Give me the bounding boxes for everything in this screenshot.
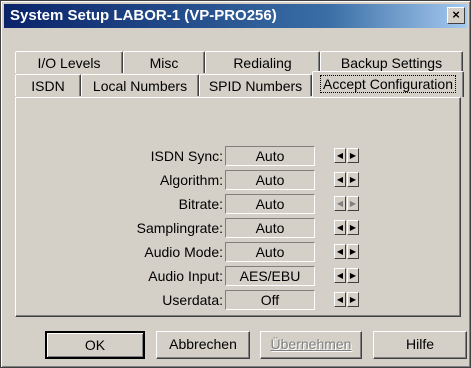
setting-value: Auto <box>225 146 315 166</box>
setting-value: AES/EBU <box>225 266 315 286</box>
accept-configuration-panel: ISDN Sync: Auto ◀ ▶ Algorithm: Auto ◀ ▶ … <box>15 97 461 317</box>
setting-row-isdn-sync: ISDN Sync: Auto ◀ ▶ <box>16 146 462 168</box>
arrow-left-icon[interactable]: ◀ <box>334 268 346 283</box>
cancel-button[interactable]: Abbrechen <box>156 331 250 359</box>
arrow-right-icon[interactable]: ▶ <box>347 244 359 259</box>
arrow-left-icon[interactable]: ◀ <box>334 220 346 235</box>
arrow-left-icon[interactable]: ◀ <box>334 172 346 187</box>
tab-backup-settings[interactable]: Backup Settings <box>320 51 463 73</box>
title-bar[interactable]: System Setup LABOR-1 (VP-PRO256) × <box>4 4 467 28</box>
tab-io-levels[interactable]: I/O Levels <box>15 51 123 73</box>
setting-row-samplingrate: Samplingrate: Auto ◀ ▶ <box>16 218 462 240</box>
arrow-right-icon[interactable]: ▶ <box>347 292 359 307</box>
setting-label: Samplingrate: <box>136 220 223 236</box>
setting-row-userdata: Userdata: Off ◀ ▶ <box>16 290 462 312</box>
tab-label: SPID Numbers <box>208 78 303 94</box>
setting-row-bitrate: Bitrate: Auto ◀ ▶ <box>16 194 462 216</box>
setting-value: Auto <box>225 170 315 190</box>
help-button[interactable]: Hilfe <box>373 331 467 359</box>
arrow-left-icon: ◀ <box>334 196 346 211</box>
arrow-left-icon[interactable]: ◀ <box>334 292 346 307</box>
setting-value: Auto <box>225 218 315 238</box>
setting-row-audio-input: Audio Input: AES/EBU ◀ ▶ <box>16 266 462 288</box>
arrow-right-icon[interactable]: ▶ <box>347 268 359 283</box>
tab-label: I/O Levels <box>37 55 101 71</box>
tab-isdn[interactable]: ISDN <box>15 74 81 96</box>
tab-accept-configuration[interactable]: Accept Configuration <box>312 71 464 97</box>
arrow-right-icon: ▶ <box>347 196 359 211</box>
tab-redialing[interactable]: Redialing <box>205 51 320 73</box>
setting-label: Algorithm: <box>159 172 223 188</box>
arrow-left-icon[interactable]: ◀ <box>334 148 346 163</box>
arrow-right-icon[interactable]: ▶ <box>347 148 359 163</box>
tab-label: Backup Settings <box>340 55 443 71</box>
close-icon[interactable]: × <box>447 7 465 24</box>
setting-label: Audio Mode: <box>144 244 223 260</box>
tab-label: Redialing <box>233 55 292 71</box>
setting-label: ISDN Sync: <box>150 148 223 164</box>
arrow-right-icon[interactable]: ▶ <box>347 172 359 187</box>
window-title: System Setup LABOR-1 (VP-PRO256) <box>10 7 277 24</box>
arrow-right-icon[interactable]: ▶ <box>347 220 359 235</box>
tab-local-numbers[interactable]: Local Numbers <box>81 74 199 96</box>
tab-label: ISDN <box>31 78 65 94</box>
setting-label: Userdata: <box>162 292 223 308</box>
tab-label: Misc <box>149 55 179 71</box>
setting-value: Auto <box>225 194 315 214</box>
setting-label: Audio Input: <box>148 268 223 284</box>
setting-label: Bitrate: <box>178 196 223 212</box>
tab-spid-numbers[interactable]: SPID Numbers <box>199 74 312 96</box>
ok-button[interactable]: OK <box>45 331 145 359</box>
tab-label: Accept Configuration <box>320 75 456 93</box>
setting-value: Off <box>225 290 315 310</box>
setting-row-audio-mode: Audio Mode: Auto ◀ ▶ <box>16 242 462 264</box>
tab-misc[interactable]: Misc <box>123 51 205 73</box>
apply-button: Übernehmen <box>260 331 362 359</box>
arrow-left-icon[interactable]: ◀ <box>334 244 346 259</box>
system-setup-dialog: System Setup LABOR-1 (VP-PRO256) × I/O L… <box>0 0 471 368</box>
setting-value: Auto <box>225 242 315 262</box>
tab-label: Local Numbers <box>92 78 188 94</box>
setting-row-algorithm: Algorithm: Auto ◀ ▶ <box>16 170 462 192</box>
